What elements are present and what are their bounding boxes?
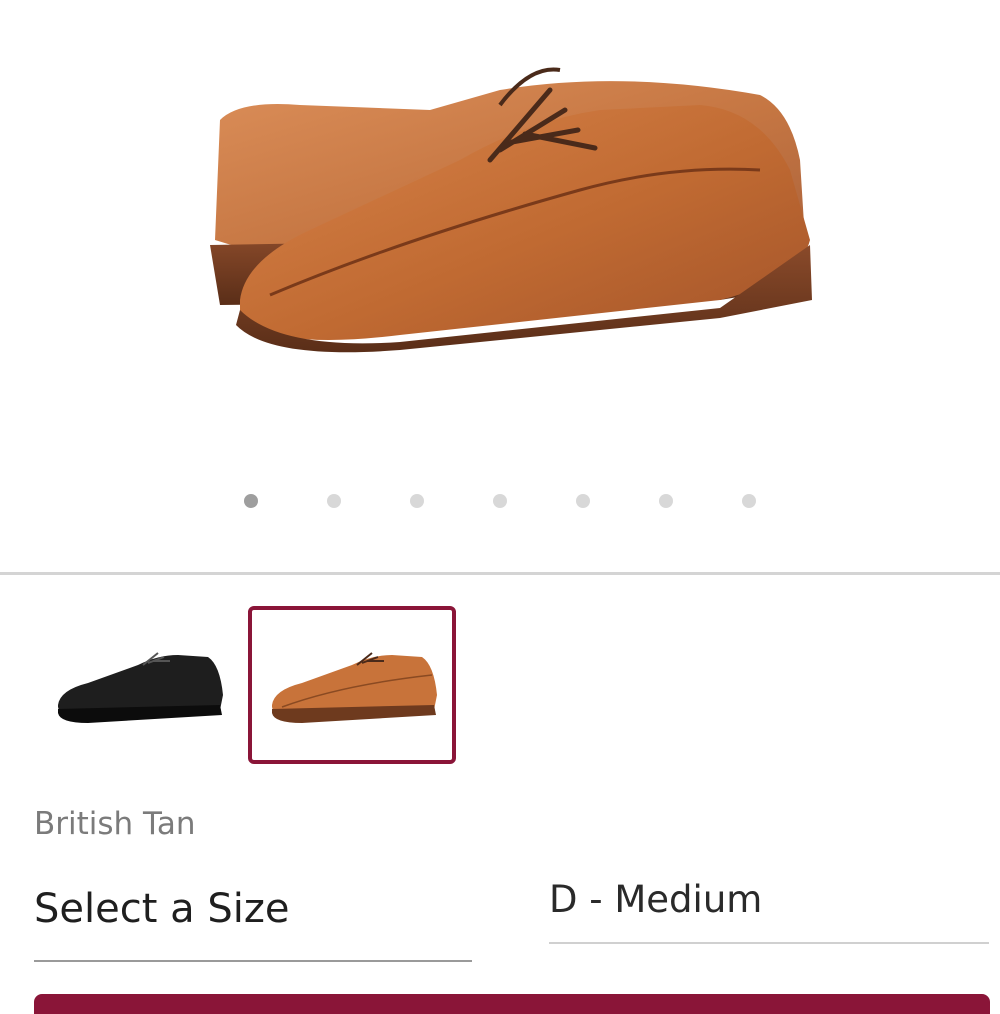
carousel-dots bbox=[0, 494, 1000, 510]
carousel-dot-5[interactable] bbox=[576, 494, 590, 508]
carousel-dot-1[interactable] bbox=[244, 494, 258, 508]
product-image-carousel[interactable] bbox=[0, 0, 1000, 575]
carousel-dot-6[interactable] bbox=[659, 494, 673, 508]
color-swatch-black[interactable] bbox=[34, 606, 242, 764]
carousel-dot-3[interactable] bbox=[410, 494, 424, 508]
width-selector-value: D - Medium bbox=[549, 878, 763, 921]
section-divider bbox=[0, 572, 1000, 575]
size-selector[interactable]: Select a Size bbox=[34, 880, 472, 962]
main-product-image bbox=[210, 67, 812, 353]
size-selector-label: Select a Size bbox=[34, 886, 290, 932]
black-shoe-thumbnail bbox=[58, 652, 223, 723]
width-selector[interactable]: D - Medium bbox=[549, 872, 989, 944]
tan-shoe-thumbnail bbox=[272, 652, 437, 723]
selected-color-name: British Tan bbox=[34, 806, 196, 842]
carousel-dot-7[interactable] bbox=[742, 494, 756, 508]
carousel-dot-4[interactable] bbox=[493, 494, 507, 508]
add-to-cart-button[interactable] bbox=[34, 994, 990, 1014]
color-swatch-british-tan[interactable] bbox=[248, 606, 456, 764]
carousel-dot-2[interactable] bbox=[327, 494, 341, 508]
